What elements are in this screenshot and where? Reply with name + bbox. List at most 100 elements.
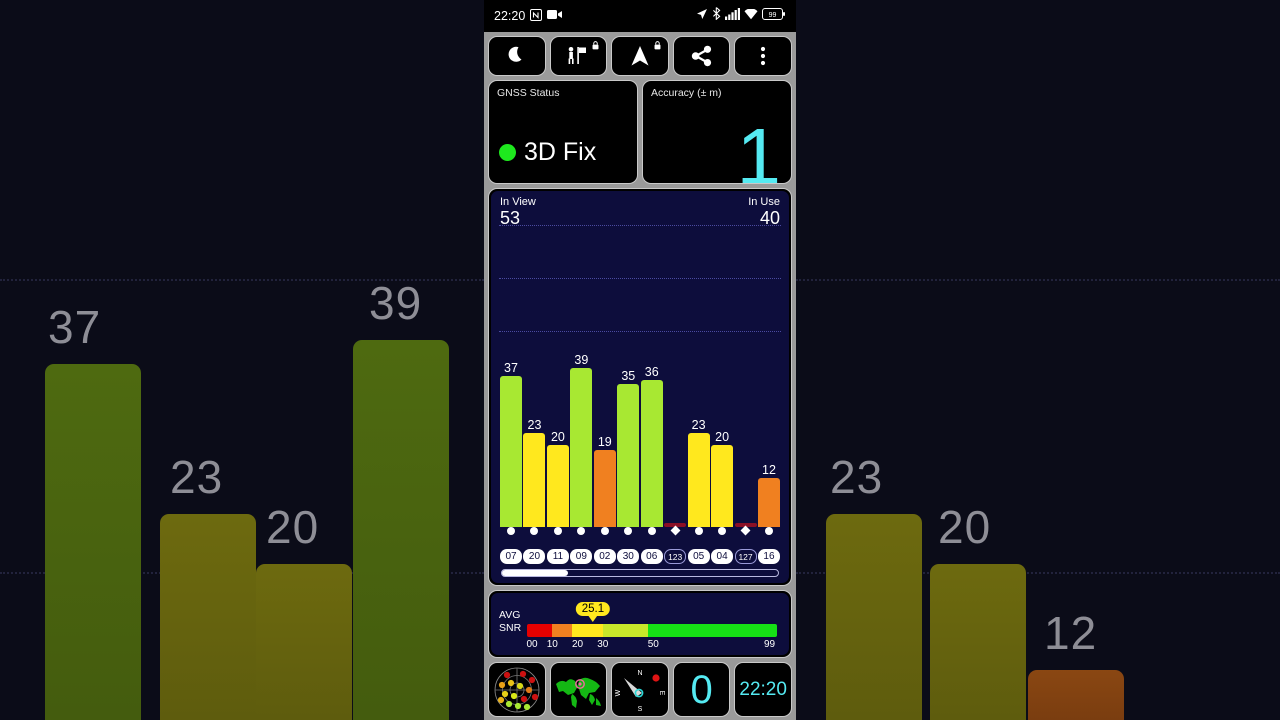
satellite-id-chip[interactable]: 06 — [640, 549, 663, 564]
fix-indicator-dot — [499, 144, 516, 161]
satellite-dot-marker — [553, 527, 562, 535]
satellite-id-chip[interactable]: 11 — [546, 549, 569, 564]
overflow-menu-button[interactable] — [734, 36, 792, 76]
satellite-dot-marker — [600, 527, 609, 535]
app-toolbar — [486, 36, 794, 76]
snr-tick-label: 50 — [647, 639, 659, 650]
clock-widget[interactable]: 22:20 — [734, 662, 792, 717]
snr-bar-plot: 37 23 20 39 19 35 36 23 20 12 — [491, 217, 789, 527]
satellite-dot-marker — [694, 527, 703, 535]
satellite-id-chip[interactable]: 127 — [734, 549, 757, 564]
satellite-dot-marker — [718, 527, 727, 535]
snr-tick-labels: 00 10 20 30 50 99 — [526, 639, 777, 653]
signal-bar[interactable] — [757, 478, 780, 527]
satellite-id-chip[interactable]: 20 — [523, 549, 546, 564]
satellite-chart-panel[interactable]: In View 53 In Use 40 37 23 20 39 19 35 36 23 20 1… — [488, 188, 792, 586]
sky-plot-widget[interactable] — [488, 662, 546, 717]
background-bar-label: 20 — [266, 501, 320, 553]
bar-value-label: 12 — [762, 463, 776, 478]
lock-icon — [592, 41, 599, 50]
wifi-icon — [744, 7, 758, 25]
snr-tick-label: 30 — [597, 639, 609, 650]
chart-scrollbar-thumb[interactable] — [502, 570, 569, 576]
satellite-dot-marker — [624, 527, 633, 535]
accuracy-card[interactable]: Accuracy (± m) 1 — [642, 80, 792, 184]
bar-cell[interactable]: 20 — [546, 217, 569, 527]
signal-bar[interactable] — [500, 376, 522, 527]
snr-segment — [648, 624, 777, 637]
signal-bar[interactable] — [711, 445, 734, 527]
satellite-id-chip[interactable]: 05 — [687, 549, 710, 564]
satellite-id-chip[interactable]: 02 — [593, 549, 616, 564]
signal-bar[interactable] — [593, 449, 616, 527]
gnss-status-title: GNSS Status — [497, 87, 560, 99]
cellular-signal-icon — [725, 7, 740, 25]
person-flag-icon — [568, 47, 587, 64]
satellite-id-chip[interactable]: 04 — [711, 549, 734, 564]
bar-cell[interactable]: 36 — [640, 217, 663, 527]
map-widget[interactable] — [549, 662, 608, 717]
status-cards-row: GNSS Status 3D Fix Accuracy (± m) 1 — [486, 80, 794, 184]
signal-bar[interactable] — [617, 384, 640, 527]
signal-bar[interactable] — [640, 380, 663, 527]
in-use-label: In Use — [748, 196, 780, 208]
share-button[interactable] — [672, 36, 731, 76]
bar-cell[interactable]: 20 — [711, 217, 734, 527]
navigation-button[interactable] — [611, 36, 669, 76]
bar-value-label: 35 — [621, 369, 636, 384]
bar-cell[interactable]: 23 — [523, 217, 546, 527]
gnss-status-card[interactable]: GNSS Status 3D Fix — [488, 80, 638, 184]
compass-icon: N S W E — [615, 670, 665, 713]
satellite-dot-marker — [530, 527, 539, 535]
waypoint-button[interactable] — [549, 36, 608, 76]
bar-value-label: 37 — [504, 361, 518, 376]
chart-scrollbar[interactable] — [501, 569, 779, 577]
bar-value-label: 36 — [644, 365, 659, 380]
status-bar: 22:20 99 — [484, 0, 796, 32]
signal-bar[interactable] — [546, 445, 569, 527]
location-icon — [696, 7, 708, 25]
avg-snr-panel[interactable]: AVG SNR 00 10 20 30 50 99 25.1 — [488, 590, 792, 658]
signal-bar[interactable] — [523, 433, 546, 527]
bar-cell[interactable] — [664, 217, 687, 527]
moon-icon — [508, 46, 522, 62]
speed-widget[interactable]: 0 — [672, 662, 731, 717]
snr-segment — [602, 624, 649, 637]
satellite-marker-row — [500, 525, 780, 536]
bottom-widget-row: N S W E 0 22:20 — [486, 662, 794, 720]
satellite-diamond-marker — [670, 525, 681, 536]
bar-cell[interactable] — [734, 217, 757, 527]
gnss-status-value: 3D Fix — [524, 138, 597, 166]
svg-text:N: N — [637, 670, 642, 677]
satellite-id-chip[interactable]: 16 — [757, 549, 780, 564]
signal-bar[interactable] — [570, 368, 593, 527]
satellite-id-chip[interactable]: 07 — [500, 549, 522, 564]
background-bar-label: 23 — [170, 451, 224, 503]
svg-text:S: S — [638, 706, 643, 713]
satellite-id-chip[interactable]: 30 — [617, 549, 640, 564]
phone-screen: 22:20 99 GNSS Status 3D Fix Accuracy (± … — [484, 0, 796, 720]
background-right-panel: 23 20 12 — [796, 0, 1280, 720]
background-bar-label: 20 — [938, 501, 992, 553]
bar-cell[interactable]: 19 — [593, 217, 616, 527]
compass-widget[interactable]: N S W E — [611, 662, 669, 717]
snr-tick-label: 99 — [763, 639, 776, 650]
bar-value-label: 23 — [691, 418, 706, 433]
satellite-id-chip[interactable]: 123 — [664, 549, 687, 564]
bar-cell[interactable]: 35 — [617, 217, 640, 527]
snr-segment — [552, 624, 573, 637]
signal-bar[interactable] — [687, 433, 710, 527]
bar-cell[interactable]: 23 — [687, 217, 710, 527]
bar-cell[interactable]: 37 — [500, 217, 522, 527]
bar-cell[interactable]: 12 — [757, 217, 780, 527]
night-mode-button[interactable] — [488, 36, 546, 76]
share-icon — [691, 45, 711, 67]
navigation-arrow-icon — [631, 46, 649, 66]
gps-test-app: GNSS Status 3D Fix Accuracy (± m) 1 In V… — [484, 32, 796, 720]
background-bar-label: 37 — [48, 301, 102, 353]
bar-cell[interactable]: 39 — [570, 217, 593, 527]
satellite-id-chip[interactable]: 09 — [570, 549, 593, 564]
avg-snr-labels: AVG SNR — [499, 609, 521, 635]
satellite-axis — [491, 525, 789, 549]
svg-text:E: E — [658, 690, 665, 695]
